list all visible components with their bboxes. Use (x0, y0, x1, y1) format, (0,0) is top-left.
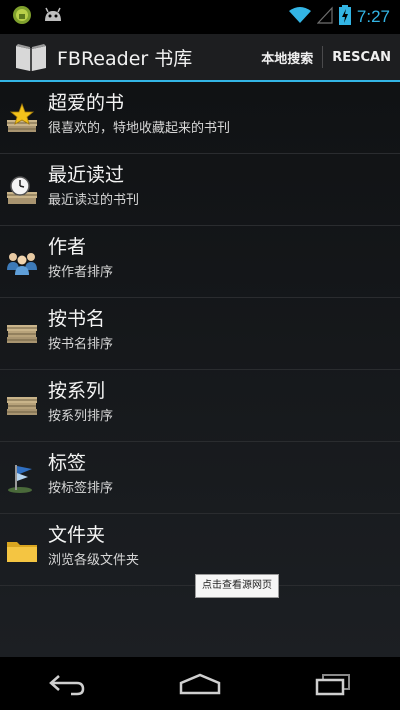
recent-clock-icon (6, 174, 38, 206)
item-subtitle: 最近读过的书刊 (48, 193, 140, 208)
battery-charging-icon (338, 5, 351, 29)
item-subtitle: 按书名排序 (48, 337, 114, 352)
clock: 7:27 (356, 7, 390, 26)
folder-icon (6, 534, 38, 566)
view-source-tooltip: 点击查看源网页 (195, 574, 279, 598)
list-item-by-series[interactable]: 按系列 按系列排序 (0, 370, 400, 442)
list-item-recent[interactable]: 最近读过 最近读过的书刊 (0, 154, 400, 226)
books-stack-icon (6, 318, 38, 350)
home-icon[interactable] (170, 664, 230, 704)
back-icon[interactable] (37, 664, 97, 704)
local-search-button[interactable]: 本地搜索 (252, 34, 322, 80)
item-title: 按书名 (48, 308, 106, 330)
item-subtitle: 按系列排序 (48, 409, 114, 424)
item-title: 文件夹 (48, 524, 106, 546)
authors-people-icon (6, 246, 38, 278)
rescan-button[interactable]: RESCAN (323, 34, 400, 80)
item-title: 超爱的书 (48, 92, 125, 114)
list-item-tags[interactable]: 标签 按标签排序 (0, 442, 400, 514)
item-subtitle: 浏览各级文件夹 (48, 553, 140, 568)
item-subtitle: 按作者排序 (48, 265, 114, 280)
item-title: 标签 (48, 452, 87, 474)
item-title: 作者 (48, 236, 87, 258)
list-item-authors[interactable]: 作者 按作者排序 (0, 226, 400, 298)
tag-flag-icon (6, 462, 38, 494)
item-subtitle: 很喜欢的，特地收藏起来的书刊 (48, 121, 231, 136)
item-subtitle: 按标签排序 (48, 481, 114, 496)
list-item-by-title[interactable]: 按书名 按书名排序 (0, 298, 400, 370)
navigation-bar (0, 657, 400, 710)
wifi-icon (288, 6, 311, 28)
item-title: 最近读过 (48, 164, 125, 186)
recent-apps-icon[interactable] (303, 664, 363, 704)
bug-icon (42, 7, 64, 27)
list-item-favorites[interactable]: 超爱的书 很喜欢的，特地收藏起来的书刊 (0, 82, 400, 154)
app-title: FBReader 书库 (57, 47, 193, 70)
signal-icon (316, 6, 333, 28)
item-title: 按系列 (48, 380, 106, 402)
android-robot-icon (12, 5, 32, 29)
favorites-star-icon (6, 102, 38, 134)
status-bar: 7:27 (0, 0, 400, 34)
library-list: 超爱的书 很喜欢的，特地收藏起来的书刊 最近读过 最近读过的书刊 作者 按作者排… (0, 82, 400, 657)
action-bar: FBReader 书库 本地搜索 RESCAN (0, 34, 400, 82)
books-stack-icon (6, 390, 38, 422)
book-icon[interactable] (14, 42, 48, 72)
